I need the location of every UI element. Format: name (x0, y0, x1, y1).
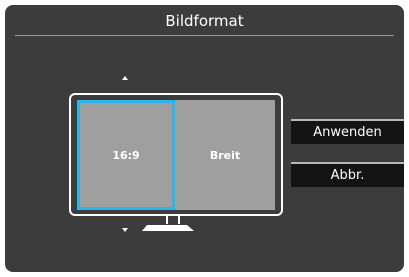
arrow-down-icon[interactable] (122, 228, 128, 232)
aspect-option-label: Breit (209, 148, 241, 162)
osd-panel: Bildformat 16:9 Breit Anwenden Abbr. (5, 5, 404, 272)
panel-title: Bildformat (165, 12, 244, 30)
apply-button[interactable]: Anwenden (291, 119, 404, 144)
monitor-icon: 16:9 Breit (69, 93, 283, 216)
aspect-option-breit[interactable]: Breit (175, 100, 275, 210)
aspect-option-label: 16:9 (112, 148, 140, 162)
monitor-stand-base (142, 225, 194, 231)
title-divider (15, 35, 394, 36)
cancel-button[interactable]: Abbr. (291, 162, 404, 187)
aspect-option-16-9[interactable]: 16:9 (77, 100, 175, 210)
arrow-up-icon[interactable] (122, 76, 128, 80)
monitor-stand-neck (166, 216, 180, 224)
monitor-screen: 16:9 Breit (77, 100, 275, 210)
